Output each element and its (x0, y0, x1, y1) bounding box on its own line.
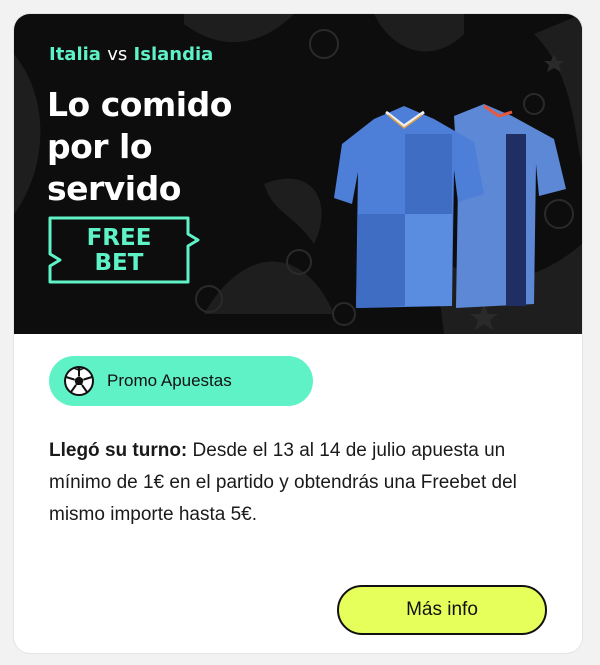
ticket-line: BET (94, 250, 144, 276)
promo-lead: Llegó su turno: (49, 440, 188, 461)
headline-line: por lo (47, 127, 153, 166)
freebet-ticket-text: FREE BET (44, 226, 194, 276)
headline-line: servido (47, 169, 181, 208)
promo-category-chip: Promo Apuestas (49, 356, 313, 406)
more-info-button[interactable]: Más info (337, 585, 547, 635)
jerseys-illustration (334, 104, 566, 308)
promo-description: Llegó su turno: Desde el 13 al 14 de jul… (49, 435, 559, 531)
headline-line: Lo comido (47, 85, 232, 124)
iceland-jersey (454, 104, 566, 308)
ticket-line: FREE (86, 225, 152, 251)
banner-headline: Lo comido por lo servido (47, 84, 327, 210)
team-away: Islandia (133, 44, 214, 65)
team-home: Italia (49, 44, 101, 65)
promo-banner: Italia vs Islandia Lo comido por lo serv… (14, 14, 582, 334)
vs-label: vs (107, 44, 128, 65)
match-title: Italia vs Islandia (49, 44, 213, 65)
promo-chip-label: Promo Apuestas (107, 371, 232, 390)
soccer-ball-icon (64, 366, 94, 396)
promo-card: Italia vs Islandia Lo comido por lo serv… (14, 14, 582, 653)
